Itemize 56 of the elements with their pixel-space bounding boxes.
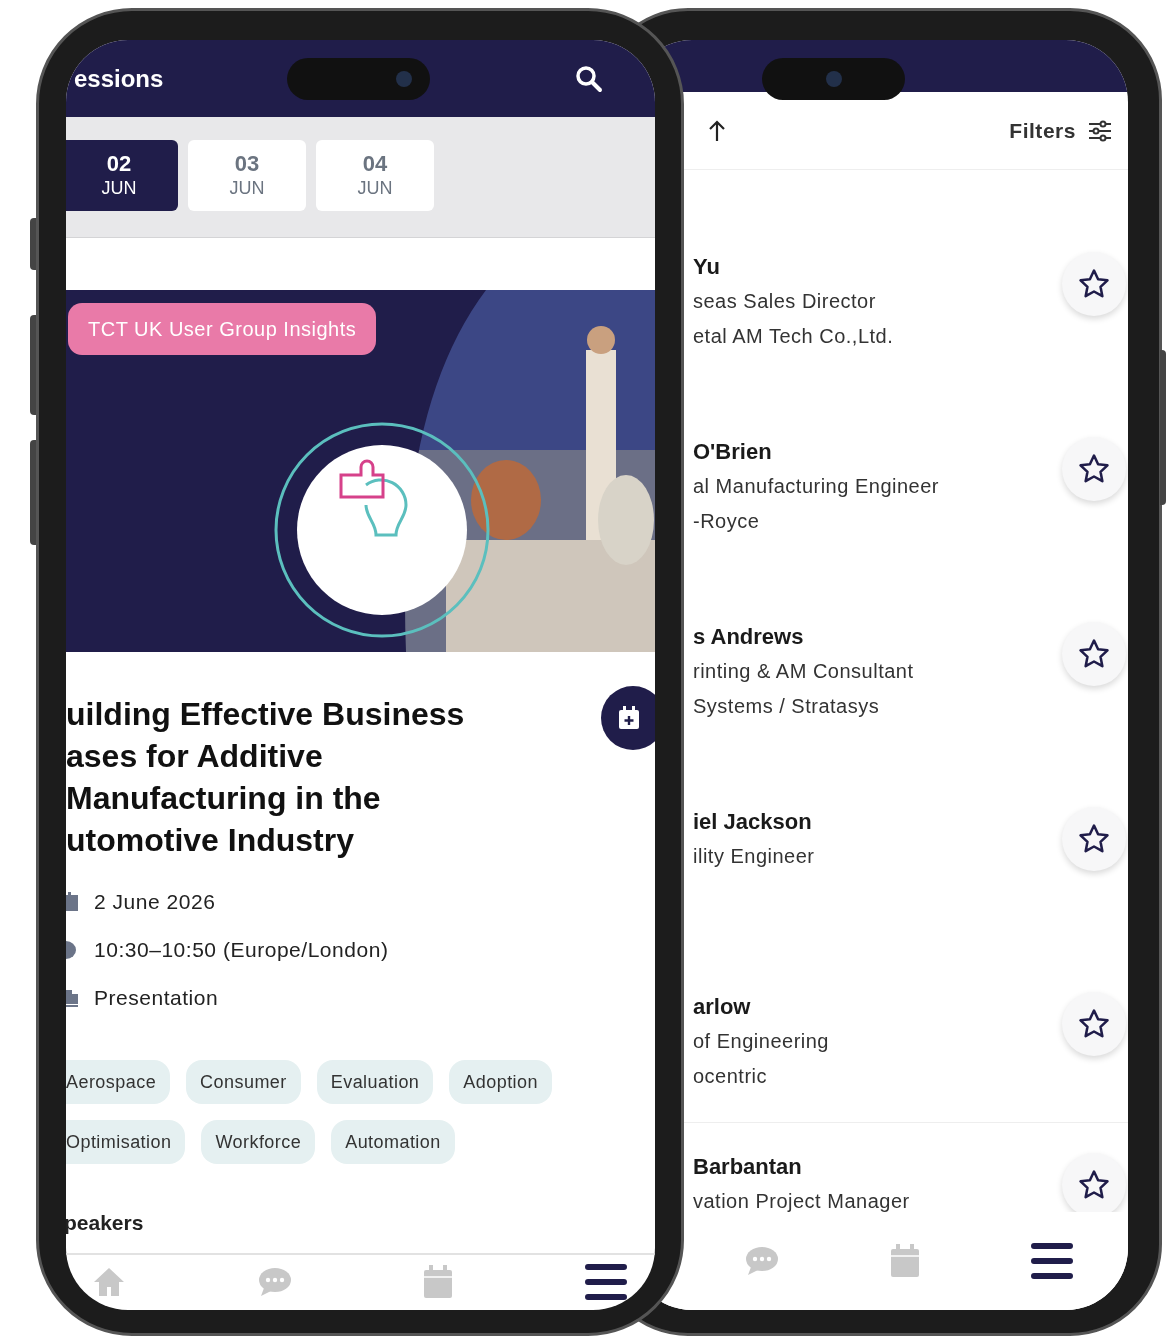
speaker-name: Yu — [693, 253, 721, 281]
date-tab[interactable]: 03 JUN — [188, 140, 306, 211]
speaker-company: ocentric — [693, 1064, 769, 1089]
topic-tag: Workforce — [201, 1120, 316, 1164]
section-heading: peakers — [66, 1210, 145, 1236]
detail-text: 10:30–10:50 (Europe/London) — [94, 936, 389, 963]
speaker-role: al Manufacturing Engineer — [693, 474, 939, 499]
clock-icon — [66, 939, 78, 960]
detail-text: 2 June 2026 — [94, 888, 216, 915]
star-icon — [1077, 822, 1111, 856]
topic-tag: Consumer — [186, 1060, 301, 1104]
calendar-icon — [66, 891, 78, 912]
topic-tag: Optimisation — [66, 1120, 186, 1164]
favorite-button[interactable] — [1062, 252, 1126, 316]
calendar-plus-icon — [618, 706, 640, 730]
sliders-icon — [1088, 119, 1112, 142]
favorite-button[interactable] — [1062, 622, 1126, 686]
topic-tag: Evaluation — [316, 1060, 434, 1104]
presentation-icon — [66, 987, 78, 1008]
star-icon — [1077, 1007, 1111, 1041]
detail-text: Presentation — [94, 984, 219, 1011]
favorite-button[interactable] — [1062, 992, 1126, 1056]
speaker-name: Barbantan — [693, 1153, 803, 1181]
topic-tag: Automation — [331, 1120, 455, 1164]
menu-icon[interactable] — [584, 1262, 627, 1303]
speaker-role: seas Sales Director — [693, 289, 877, 314]
date-tab[interactable]: 04 JUN — [316, 140, 434, 211]
speaker-company: etal AM Tech Co.,Ltd. — [693, 324, 894, 349]
star-icon — [1077, 452, 1111, 486]
star-icon — [1077, 637, 1111, 671]
speaker-name: s Andrews — [693, 623, 805, 651]
filters-button[interactable]: Filters — [1009, 114, 1112, 147]
speaker-name: O'Brien — [693, 438, 773, 466]
speaker-role: vation Project Manager — [693, 1189, 910, 1212]
favorite-button[interactable] — [1062, 437, 1126, 501]
favorite-button[interactable] — [1062, 807, 1126, 871]
topic-tag: Aerospace — [66, 1060, 171, 1104]
speaker-name: arlow — [693, 993, 752, 1021]
star-icon — [1077, 1168, 1111, 1202]
topic-tag: Adoption — [449, 1060, 552, 1104]
menu-icon[interactable] — [1030, 1241, 1073, 1281]
screen-title: essions — [74, 63, 164, 94]
category-badge: TCT UK User Group Insights — [68, 303, 377, 355]
session-title: uilding Effective Business ases for Additive Manufacturing in the utomotive Industry — [66, 695, 465, 860]
arrow-up-icon[interactable] — [708, 119, 726, 142]
add-to-calendar-button[interactable] — [601, 686, 655, 750]
speaker-role: of Engineering — [693, 1029, 829, 1054]
favorite-button[interactable] — [1062, 1153, 1126, 1212]
star-icon — [1077, 267, 1111, 301]
speaker-company: Systems / Stratasys — [693, 694, 881, 719]
search-icon[interactable] — [575, 64, 603, 93]
speaker-role: ility Engineer — [693, 844, 815, 869]
speaker-name: iel Jackson — [693, 808, 813, 836]
date-tab[interactable]: 02 JUN — [66, 140, 178, 211]
speaker-role: rinting & AM Consultant — [693, 659, 914, 684]
speaker-company: -Royce — [693, 509, 761, 534]
